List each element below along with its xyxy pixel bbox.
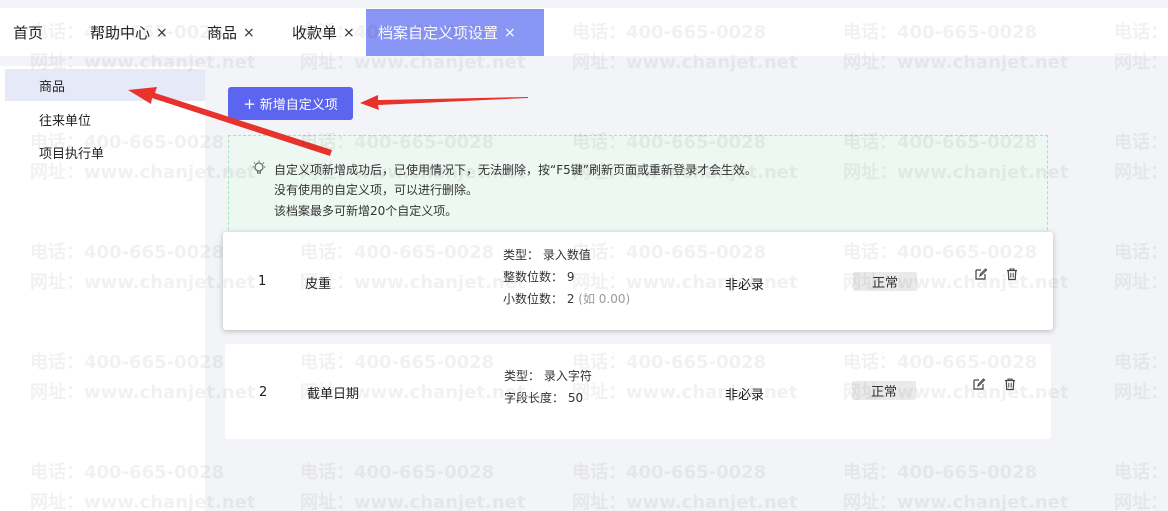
item-index: 2 xyxy=(259,385,268,400)
notice-line: 该档案最多可新增20个自定义项。 xyxy=(274,204,458,218)
tab-bar: 首页 帮助中心 × 商品 × 收款单 × 档案自定义项设置 × xyxy=(0,0,1168,56)
tab-label: 档案自定义项设置 xyxy=(378,24,499,42)
tab-label: 首页 xyxy=(13,24,44,42)
item-details: 类型： 录入数值 整数位数： 9 小数位数： 2 (如 0.00) xyxy=(503,244,630,310)
notice-line: 自定义项新增成功后，已使用情况下，无法删除，按“F5键”刷新页面或重新登录才会生… xyxy=(274,163,757,177)
lightbulb-icon xyxy=(252,160,266,174)
close-icon[interactable]: × xyxy=(243,25,255,41)
sidebar-item-project-order[interactable]: 项目执行单 xyxy=(5,136,205,168)
close-icon[interactable]: × xyxy=(156,25,168,41)
sidebar-item-partners[interactable]: 往来单位 xyxy=(5,103,205,135)
tab-receipt[interactable]: 收款单 × xyxy=(292,9,355,56)
sidebar-item-label: 项目执行单 xyxy=(39,146,105,162)
edit-icon[interactable] xyxy=(974,267,988,281)
item-name: 皮重 xyxy=(305,277,332,292)
sidebar-item-goods[interactable]: 商品 xyxy=(5,69,205,101)
add-button-label: 新增自定义项 xyxy=(259,98,338,113)
item-detail-text: 小数位数： 2 xyxy=(503,292,575,306)
tab-archive-custom-settings[interactable]: 档案自定义项设置 × xyxy=(366,9,544,56)
tabbar-top-strip xyxy=(0,0,1168,8)
close-icon[interactable]: × xyxy=(504,25,516,41)
tab-help-center[interactable]: 帮助中心 × xyxy=(90,9,168,56)
sidebar: 商品 往来单位 项目执行单 xyxy=(0,66,205,511)
custom-item-card: 1 皮重 类型： 录入数值 整数位数： 9 小数位数： 2 (如 0.00) 非… xyxy=(223,232,1053,330)
item-details: 类型： 录入字符 字段长度： 50 xyxy=(504,365,592,409)
trash-icon[interactable] xyxy=(1003,377,1017,391)
item-type: 类型： 录入数值 xyxy=(503,248,591,262)
trash-icon[interactable] xyxy=(1005,267,1019,281)
item-detail-line: 字段长度： 50 xyxy=(504,391,584,405)
item-detail-line: 小数位数： 2 (如 0.00) xyxy=(503,288,630,310)
item-detail-line: 整数位数： 9 xyxy=(503,270,575,284)
notice-box: 自定义项新增成功后，已使用情况下，无法删除，按“F5键”刷新页面或重新登录才会生… xyxy=(228,135,1048,235)
tabbar-divider xyxy=(0,56,1168,66)
edit-icon[interactable] xyxy=(972,377,986,391)
custom-item-card: 2 截单日期 类型： 录入字符 字段长度： 50 非必录 正常 xyxy=(225,344,1051,439)
item-required: 非必录 xyxy=(725,278,765,293)
close-icon[interactable]: × xyxy=(343,25,355,41)
tab-label: 收款单 xyxy=(292,24,338,42)
item-index: 1 xyxy=(258,274,267,289)
item-type: 类型： 录入字符 xyxy=(504,369,592,383)
sidebar-item-label: 往来单位 xyxy=(39,113,92,129)
tab-goods[interactable]: 商品 × xyxy=(207,9,255,56)
item-name: 截单日期 xyxy=(307,387,360,402)
tab-label: 帮助中心 xyxy=(90,24,151,42)
item-example: (如 0.00) xyxy=(578,292,631,306)
plus-icon: + xyxy=(243,94,256,113)
notice-line: 没有使用的自定义项，可以进行删除。 xyxy=(274,183,479,197)
add-custom-item-button[interactable]: + 新增自定义项 xyxy=(228,87,353,120)
sidebar-item-label: 商品 xyxy=(39,79,66,95)
tab-home[interactable]: 首页 xyxy=(13,9,43,56)
tab-label: 商品 xyxy=(207,24,238,42)
status-badge: 正常 xyxy=(852,381,916,400)
status-badge: 正常 xyxy=(853,272,917,291)
item-required: 非必录 xyxy=(725,388,765,403)
